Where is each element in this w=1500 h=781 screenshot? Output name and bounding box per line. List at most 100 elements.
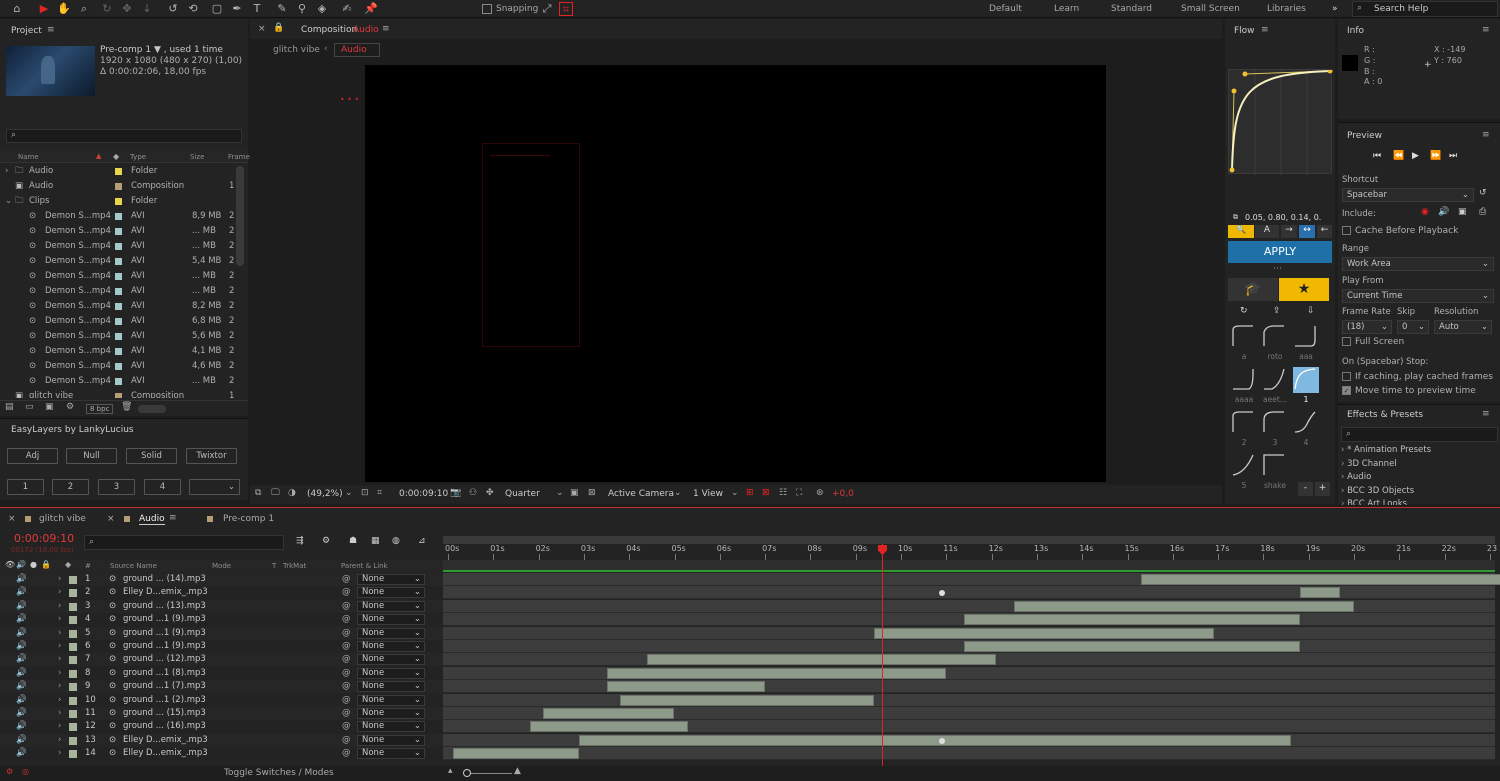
flow-preset[interactable]: aeet... [1261,367,1289,407]
show-snapshot-icon[interactable]: ⚇ [469,488,477,498]
tab-glitch-vibe[interactable]: glitch vibe [39,514,86,524]
interpret-footage-icon[interactable]: ▤ [5,402,14,412]
apply-button[interactable]: APPLY [1228,241,1332,263]
easylayers-dropdown[interactable]: ⌄ [189,479,240,495]
composition-menu-icon[interactable]: ≡ [382,24,390,34]
col-t[interactable]: T [272,562,276,570]
anchor-tool-icon[interactable]: ⟲ [186,2,200,16]
label-color-swatch[interactable] [115,288,122,295]
safe-zones-icon[interactable]: ⊡ [361,488,369,498]
layer-duration-bar[interactable] [452,748,580,760]
label-color-swatch[interactable] [115,303,122,310]
number-1-button[interactable]: 1 [7,479,44,495]
zoom-tool-icon[interactable]: ⌕ [77,2,91,16]
timeline-timecode[interactable]: 0:00:09:10 [14,532,74,545]
project-item[interactable]: ▣ glitch vibe Composition 1 [0,389,245,398]
range-dropdown[interactable]: Work Area ⌄ [1342,257,1494,271]
timeline-search-input[interactable]: ⌕ [84,535,284,550]
reset-icon[interactable]: ↺ [1479,188,1487,198]
work-area-bar[interactable] [443,536,1495,544]
zoom-dropdown[interactable]: (49,2%) [307,489,343,499]
project-item[interactable]: › 🗀 Audio Folder [0,164,245,179]
tab-audio[interactable]: Audio [139,514,165,525]
play-from-dropdown[interactable]: Current Time ⌄ [1342,289,1494,303]
search-help-field[interactable]: ⌕ Search Help [1352,1,1498,17]
layer-duration-bar[interactable] [873,627,1214,639]
zoom-slider-handle[interactable] [463,769,471,777]
project-item[interactable]: ▣ Audio Composition 1 [0,179,245,194]
project-item[interactable]: ⊙ Demon S...mp4 AVI 4,1 MB 2 [0,344,245,359]
label-color-swatch[interactable] [115,333,122,340]
close-icon[interactable]: × [8,514,16,524]
project-item[interactable]: ⊙ Demon S...mp4 AVI 4,6 MB 2 [0,359,245,374]
drag-handle-icon[interactable]: ⋯ [1273,264,1282,274]
project-item[interactable]: ⊙ Demon S...mp4 AVI ... MB 2 [0,269,245,284]
tab-pre-comp-1[interactable]: Pre-comp 1 [223,514,274,524]
eraser-tool-icon[interactable]: ◈ [315,2,329,16]
pan-behind-tool-icon[interactable]: ↓ [140,2,154,16]
col-trkmat[interactable]: TrkMat [283,562,306,570]
brush-tool-icon[interactable]: ✎ [275,2,289,16]
project-item[interactable]: ⊙ Demon S...mp4 AVI ... MB 2 [0,224,245,239]
remove-preset-button[interactable]: - [1298,482,1313,496]
rectangle-tool-icon[interactable]: ▢ [210,2,224,16]
label-color-swatch[interactable] [115,393,122,398]
last-frame-icon[interactable]: ⏭ [1449,151,1457,161]
monitor-icon[interactable]: 🖵 [271,488,280,498]
layer-duration-bar[interactable] [620,694,874,706]
layer-duration-bar[interactable] [1014,600,1354,612]
label-color-swatch[interactable] [115,273,122,280]
layer-duration-bar[interactable] [529,721,689,733]
flow-preset[interactable]: a [1230,324,1258,364]
breadcrumb-parent[interactable]: glitch vibe [273,45,320,55]
exposure-value[interactable]: +0,0 [832,489,854,499]
layer-duration-bar[interactable] [1141,574,1500,585]
layer-duration-bar[interactable] [1299,587,1341,599]
text-tool-icon[interactable]: T [250,2,264,16]
project-item[interactable]: ⊙ Demon S...mp4 AVI 8,2 MB 2 [0,299,245,314]
keyframe-marker[interactable] [938,737,945,744]
add-preset-button[interactable]: + [1315,482,1330,496]
workspace-learn[interactable]: Learn [1054,4,1079,14]
workspace-default[interactable]: Default [989,4,1022,14]
puppet-tool-icon[interactable]: 📌 [364,2,378,16]
transfer-controls-icon[interactable]: ◎ [22,767,29,776]
anchor-mode-icon[interactable]: A [1255,225,1279,238]
frame-rate-dropdown[interactable]: (18) ⌄ [1342,320,1392,334]
rotate-tool-icon[interactable]: ↻ [100,2,114,16]
layer-duration-bar[interactable] [606,681,766,693]
solid-button[interactable]: Solid [126,448,177,464]
col-mode[interactable]: Mode [212,562,231,570]
col-size[interactable]: Size [190,153,204,161]
project-item[interactable]: ⊙ Demon S...mp4 AVI 5,4 MB 2 [0,254,245,269]
move-time-checkbox[interactable]: ✓ Move time to preview time [1342,386,1476,396]
flow-preset[interactable]: aaaa [1230,367,1258,407]
snap-target-icon[interactable]: ⌗ [559,2,573,16]
project-item[interactable]: ⊙ Demon S...mp4 AVI 8,9 MB 2 [0,209,245,224]
flow-preset[interactable]: 4 [1292,410,1320,450]
toggle-switches-modes[interactable]: Toggle Switches / Modes [224,768,334,778]
video-include-icon[interactable]: ◉ [1421,207,1429,217]
camera-tool-icon[interactable]: ✥ [120,2,134,16]
resolution-dropdown[interactable]: Quarter [505,489,540,499]
next-frame-icon[interactable]: ⏩ [1430,151,1441,161]
snapshot-icon[interactable]: 📷 [450,488,461,498]
fast-previews-icon[interactable]: ⊠ [762,488,770,498]
zoom-out-icon[interactable]: ▴ [448,766,453,776]
col-frame[interactable]: Frame [228,153,250,161]
col-name[interactable]: Name [18,153,39,161]
first-frame-icon[interactable]: ⏮ [1373,151,1381,161]
col-parent-link[interactable]: Parent & Link [341,562,388,570]
skip-dropdown[interactable]: 0 ⌄ [1397,320,1429,334]
time-ruler[interactable]: 00s 01s 02s 03s 04s 05s 06s 07s 08s 09s 10s 11s 12s 1… [443,544,1497,560]
bpc-button[interactable]: 8 bpc [86,404,114,414]
cache-before-playback-checkbox[interactable]: Cache Before Playback [1342,226,1458,236]
flow-preset[interactable]: 2 [1230,410,1258,450]
reset-exposure-icon[interactable]: ⊛ [816,488,824,498]
twixtor-button[interactable]: Twixtor [186,448,237,464]
selection-tool-icon[interactable]: ▶ [37,2,51,16]
draft-3d-icon[interactable]: ⚙ [322,536,330,546]
if-caching-checkbox[interactable]: If caching, play cached frames [1342,372,1493,382]
tab-menu-icon[interactable]: ≡ [169,513,177,523]
flow-preset[interactable]: shake [1261,453,1289,493]
